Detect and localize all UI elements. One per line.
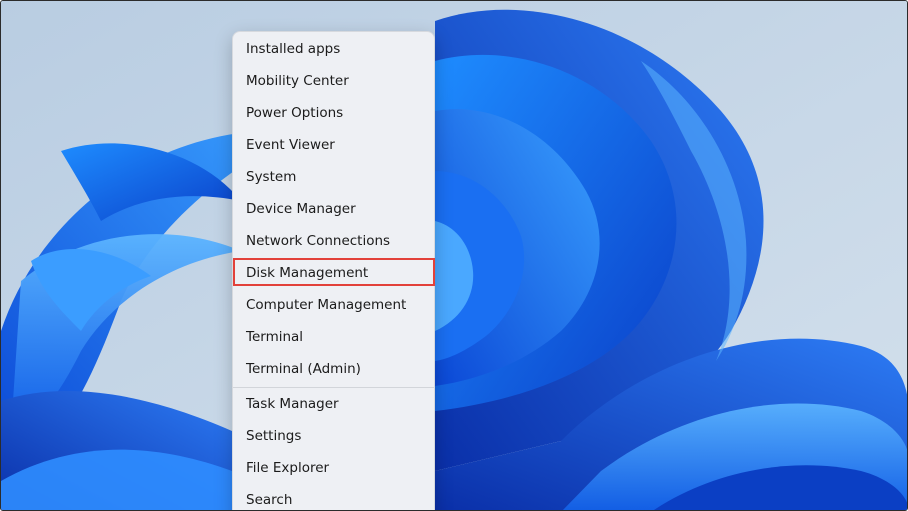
menu-separator bbox=[233, 387, 434, 388]
desktop-wallpaper bbox=[1, 1, 907, 510]
menu-item-power-options[interactable]: Power Options bbox=[233, 98, 434, 128]
menu-item-task-manager[interactable]: Task Manager bbox=[233, 389, 434, 419]
screenshot-frame: Installed apps Mobility Center Power Opt… bbox=[0, 0, 908, 511]
menu-item-mobility-center[interactable]: Mobility Center bbox=[233, 66, 434, 96]
menu-item-settings[interactable]: Settings bbox=[233, 421, 434, 451]
menu-item-file-explorer[interactable]: File Explorer bbox=[233, 453, 434, 483]
menu-item-terminal[interactable]: Terminal bbox=[233, 322, 434, 352]
menu-item-search[interactable]: Search bbox=[233, 485, 434, 510]
winx-context-menu: Installed apps Mobility Center Power Opt… bbox=[232, 31, 435, 510]
menu-item-disk-management[interactable]: Disk Management bbox=[233, 258, 435, 286]
menu-item-installed-apps[interactable]: Installed apps bbox=[233, 34, 434, 64]
menu-item-system[interactable]: System bbox=[233, 162, 434, 192]
menu-item-computer-management[interactable]: Computer Management bbox=[233, 290, 434, 320]
menu-item-event-viewer[interactable]: Event Viewer bbox=[233, 130, 434, 160]
menu-item-network-connections[interactable]: Network Connections bbox=[233, 226, 434, 256]
menu-item-terminal-admin[interactable]: Terminal (Admin) bbox=[233, 354, 434, 384]
menu-item-device-manager[interactable]: Device Manager bbox=[233, 194, 434, 224]
